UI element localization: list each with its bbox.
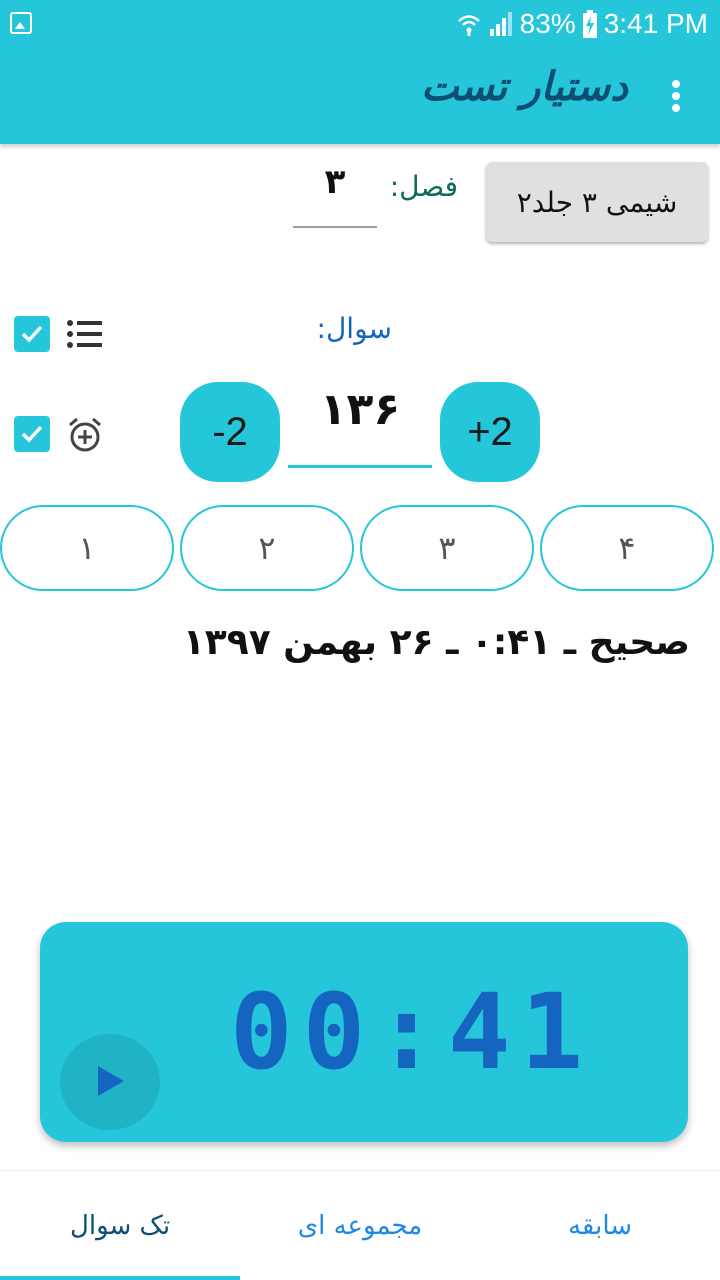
overflow-menu-icon[interactable] [664, 76, 688, 116]
alarm-checkbox[interactable] [14, 416, 50, 452]
question-label: سوال: [316, 312, 392, 345]
timer-display: 00:41 [230, 971, 594, 1093]
chapter-label: فصل: [389, 170, 458, 203]
play-button[interactable] [60, 1034, 160, 1130]
book-select-button[interactable]: شیمی ۳ جلد۲ [486, 162, 708, 242]
app-title: دستیار تست [421, 64, 628, 110]
alarm-add-icon [69, 417, 101, 452]
chapter-input[interactable]: ۳ [293, 160, 377, 228]
signal-icon [489, 12, 512, 36]
tab-single-question[interactable]: تک سوال [0, 1171, 240, 1280]
battery-charging-icon [582, 10, 597, 38]
app-bar: دستیار تست [0, 48, 720, 144]
check-icon [21, 325, 43, 343]
tab-collection[interactable]: مجموعه ای [240, 1171, 480, 1280]
battery-percent: 83% [519, 8, 576, 39]
tab-history[interactable]: سابقه [480, 1171, 720, 1280]
plus-two-button[interactable]: +2 [440, 382, 540, 482]
clock: 3:41 PM [603, 8, 708, 39]
check-icon [21, 425, 43, 443]
play-icon [98, 1066, 124, 1096]
active-tab-indicator [0, 1276, 240, 1280]
option-1-button[interactable]: ۱ [0, 505, 174, 591]
list-checkbox[interactable] [14, 316, 50, 352]
status-bar: 83% 3:41 PM [0, 0, 720, 48]
question-number-input[interactable]: ۱۳۶ [288, 384, 432, 468]
option-3-button[interactable]: ۳ [360, 505, 534, 591]
result-text: صحیح ـ ۰:۴۱ ـ ۲۶ بهمن ۱۳۹۷ [182, 622, 690, 663]
timer-card: 00:41 [40, 922, 688, 1142]
minus-two-button[interactable]: -2 [180, 382, 280, 482]
option-4-button[interactable]: ۴ [540, 505, 714, 591]
gallery-icon [10, 12, 32, 34]
list-icon [67, 320, 102, 348]
bottom-navigation: تک سوال مجموعه ای سابقه [0, 1170, 720, 1280]
wifi-icon [457, 15, 480, 36]
option-2-button[interactable]: ۲ [180, 505, 354, 591]
status-indicators: 83% 3:41 PM [456, 6, 708, 42]
